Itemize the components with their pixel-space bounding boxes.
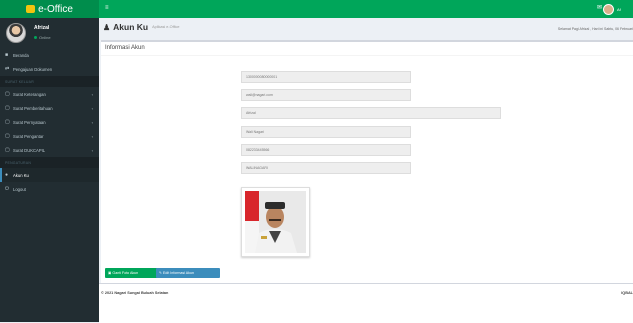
welcome-text: Selamat Pagi Afrizal , Hari ini Sabtu, 0… <box>557 27 633 31</box>
sidebar: e-Office Afrizal Online ■ Beranda ⇄ Pengaj… <box>0 0 99 322</box>
file-icon: ▢ <box>5 133 10 139</box>
app-logo-icon <box>26 5 36 13</box>
access-input[interactable]: WALINAGARI <box>241 162 411 174</box>
sidebar-header-pengaturan: PENGATURAN <box>0 157 99 168</box>
sidebar-item-surat-pemberitahuan[interactable]: ▢ Surat Pemberitahuan ‹ <box>0 101 99 115</box>
chevron-left-icon: ‹ <box>91 105 93 111</box>
field-phone: Nomor HP/Telpon 082233445566 <box>101 144 633 156</box>
change-photo-button[interactable]: ▣ Ganti Foto Akun <box>105 268 159 278</box>
nik-input[interactable]: 1300000080000001 <box>241 71 411 83</box>
sidebar-item-surat-pernyataan[interactable]: ▢ Surat Pernyataan ‹ <box>0 115 99 129</box>
share-icon: ⇄ <box>5 66 10 72</box>
sidebar-item-surat-keterangan[interactable]: ▢ Surat Keterangan ‹ <box>0 87 99 101</box>
field-access: Hak Akses WALINAGARI <box>101 162 633 174</box>
user-icon: ● <box>5 172 9 178</box>
file-icon: ▢ <box>5 119 10 125</box>
file-icon: ▢ <box>5 105 10 111</box>
page-title: ♟ Akun Ku Aplikasi e-Office <box>103 22 180 32</box>
sidebar-item-pengajuan-dokumen[interactable]: ⇄ Pengajuan Dokumen <box>0 62 99 76</box>
field-photo: Foto Akun <box>101 187 633 199</box>
chevron-left-icon: ‹ <box>91 147 93 153</box>
app-brand[interactable]: e-Office <box>0 0 99 18</box>
dashboard-icon: ■ <box>5 52 9 58</box>
chevron-left-icon: ‹ <box>91 119 93 125</box>
footer: © 2021 Nagari Sungai Buluah Selatan IQBA… <box>99 283 633 323</box>
app-name: e-Office <box>38 3 73 15</box>
file-icon: ▢ <box>5 91 10 97</box>
chevron-left-icon: ‹ <box>91 133 93 139</box>
account-info-box: Informasi Akun NIK 1300000080000001 Alam… <box>101 40 633 290</box>
position-input[interactable]: Wali Nagari <box>241 126 411 138</box>
sidebar-item-surat-dukcapil[interactable]: ▢ Surat DUKCAPIL ‹ <box>0 143 99 157</box>
online-dot-icon <box>34 36 37 39</box>
footer-right-text: IQBAL <box>621 291 633 295</box>
user-panel: Afrizal Online <box>0 18 99 48</box>
phone-input[interactable]: 082233445566 <box>241 144 411 156</box>
footer-copyright: © 2021 Nagari Sungai Buluah Selatan <box>101 291 169 295</box>
field-email: Alamat Email wali@nagari.com <box>101 89 633 101</box>
chevron-left-icon: ‹ <box>91 91 93 97</box>
field-full-name: Nama Lengkap Afrizal <box>101 107 633 119</box>
notification-icon[interactable]: ✉ <box>597 4 602 11</box>
power-icon: ⏻ <box>5 186 9 192</box>
account-photo <box>241 187 310 257</box>
edit-account-button[interactable]: ✎ Edit Informasi Akun <box>156 268 220 278</box>
menu-toggle-icon[interactable]: ≡ <box>105 5 109 11</box>
page-subtitle: Aplikasi e-Office <box>152 25 180 29</box>
user-name: Afrizal <box>34 25 50 31</box>
profile-photo-image <box>245 191 306 253</box>
box-title: Informasi Akun <box>105 45 145 51</box>
full-name-input[interactable]: Afrizal <box>241 107 501 119</box>
sidebar-item-beranda[interactable]: ■ Beranda <box>0 48 99 62</box>
sidebar-header-surat-keluar: SURAT KELUAR <box>0 76 99 87</box>
email-input[interactable]: wali@nagari.com <box>241 89 411 101</box>
field-position: Jabatan Wali Nagari <box>101 126 633 138</box>
box-divider <box>101 55 633 56</box>
user-icon: ♟ <box>103 22 111 32</box>
top-user-menu[interactable]: Af <box>603 3 633 15</box>
sidebar-item-surat-pengantar[interactable]: ▢ Surat Pengantar ‹ <box>0 129 99 143</box>
file-icon: ▢ <box>5 147 10 153</box>
top-avatar <box>603 3 614 15</box>
sidebar-menu: ■ Beranda ⇄ Pengajuan Dokumen SURAT KELUAR… <box>0 48 99 196</box>
sidebar-item-logout[interactable]: ⏻ Logout <box>0 182 99 196</box>
top-navbar: ≡ ✉ Af <box>99 0 633 18</box>
top-user-label: Af <box>617 6 621 12</box>
sidebar-item-akun-ku[interactable]: ● Akun Ku <box>0 168 99 182</box>
content-header: ♟ Akun Ku Aplikasi e-Office Selamat Pagi A… <box>99 18 633 40</box>
field-nik: NIK 1300000080000001 <box>101 71 633 83</box>
user-status: Online <box>34 33 51 42</box>
avatar <box>6 23 26 43</box>
